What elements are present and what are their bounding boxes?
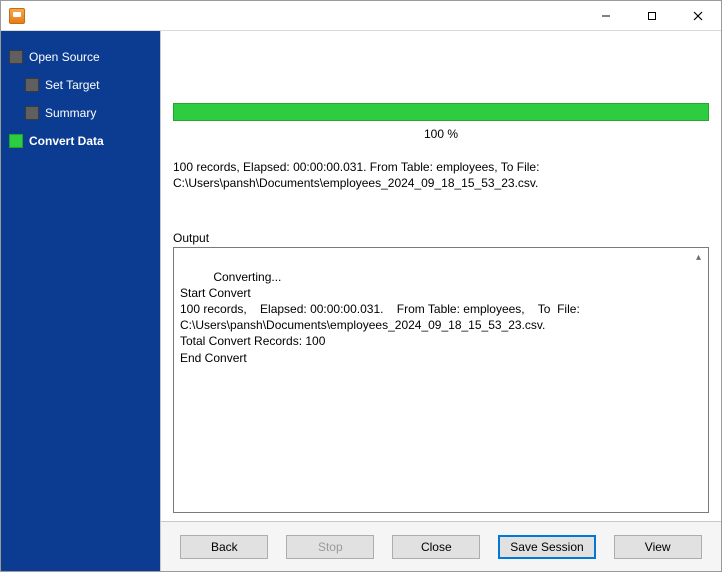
titlebar	[1, 1, 721, 31]
app-icon	[9, 8, 25, 24]
output-content: Converting... Start Convert 100 records,…	[180, 270, 583, 365]
status-line-2: C:\Users\pansh\Documents\employees_2024_…	[173, 175, 709, 191]
maximize-icon	[647, 11, 657, 21]
sidebar-item-set-target[interactable]: Set Target	[1, 71, 160, 99]
status-line-1: 100 records, Elapsed: 00:00:00.031. From…	[173, 159, 709, 175]
sidebar-item-label: Set Target	[45, 78, 99, 92]
close-icon	[693, 11, 703, 21]
maximize-button[interactable]	[629, 1, 675, 30]
status-text: 100 records, Elapsed: 00:00:00.031. From…	[173, 159, 709, 191]
scroll-up-icon[interactable]: ▴	[691, 250, 706, 265]
step-box-icon	[25, 106, 39, 120]
progress-percent-text: 100 %	[173, 127, 709, 141]
stop-button: Stop	[286, 535, 374, 559]
save-session-button[interactable]: Save Session	[498, 535, 595, 559]
step-box-icon	[25, 78, 39, 92]
sidebar-item-convert-data[interactable]: Convert Data	[1, 127, 160, 155]
sidebar-item-label: Open Source	[29, 50, 100, 64]
view-button[interactable]: View	[614, 535, 702, 559]
button-row: Back Stop Close Save Session View	[161, 521, 721, 571]
output-label: Output	[173, 231, 709, 245]
sidebar-item-open-source[interactable]: Open Source	[1, 43, 160, 71]
sidebar-item-label: Convert Data	[29, 134, 104, 148]
main-panel: 100 % 100 records, Elapsed: 00:00:00.031…	[160, 31, 721, 571]
close-button[interactable]: Close	[392, 535, 480, 559]
sidebar-item-summary[interactable]: Summary	[1, 99, 160, 127]
minimize-button[interactable]	[583, 1, 629, 30]
wizard-sidebar: Open Source Set Target Summary Convert D…	[1, 31, 160, 571]
progress-bar	[173, 103, 709, 121]
output-textarea[interactable]: Converting... Start Convert 100 records,…	[173, 247, 709, 513]
minimize-icon	[601, 11, 611, 21]
app-window: Open Source Set Target Summary Convert D…	[0, 0, 722, 572]
close-window-button[interactable]	[675, 1, 721, 30]
sidebar-item-label: Summary	[45, 106, 96, 120]
step-box-icon	[9, 50, 23, 64]
step-box-icon	[9, 134, 23, 148]
back-button[interactable]: Back	[180, 535, 268, 559]
progress-area: 100 %	[173, 103, 709, 141]
body: Open Source Set Target Summary Convert D…	[1, 31, 721, 571]
